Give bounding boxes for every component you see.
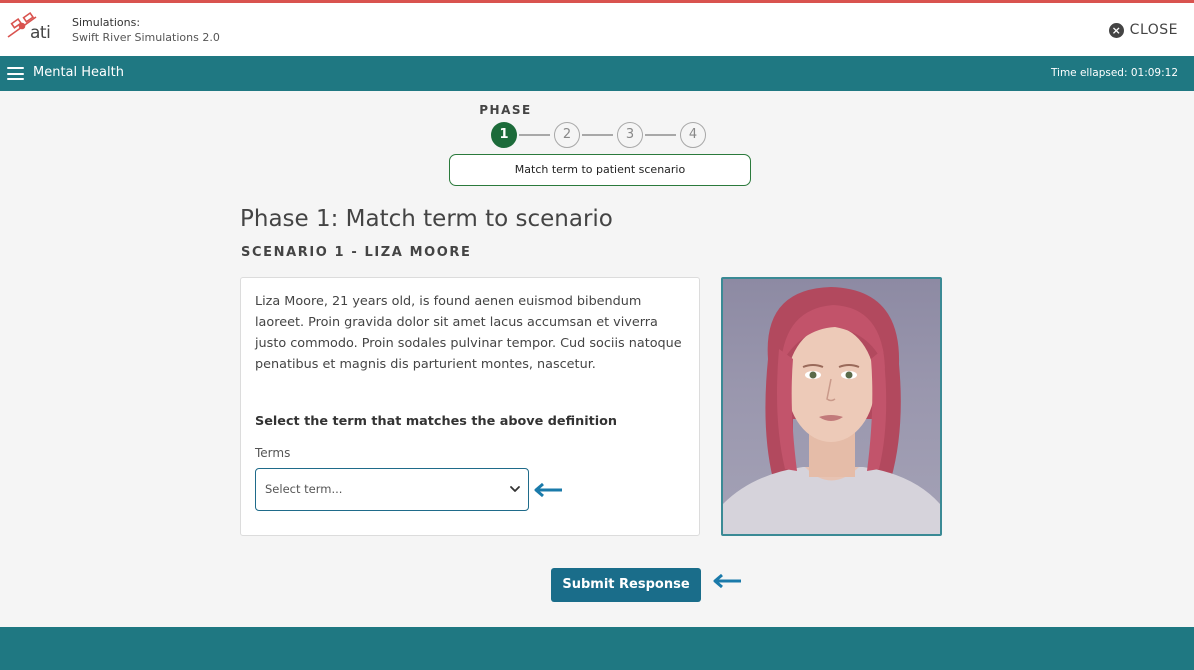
arrow-left-icon: [534, 482, 562, 498]
instruction-text: Select the term that matches the above d…: [255, 414, 617, 429]
scenario-title: SCENARIO 1 - LIZA MOORE: [241, 245, 472, 260]
phase-description-pill: Match term to patient scenario: [449, 154, 751, 186]
hamburger-menu-icon[interactable]: [7, 67, 24, 80]
phase-label: PHASE: [479, 103, 532, 117]
close-button[interactable]: × CLOSE: [1108, 20, 1178, 40]
patient-portrait-image: [723, 287, 940, 534]
scenario-description: Liza Moore, 21 years old, is found aenen…: [255, 294, 682, 372]
step-connector: [519, 134, 550, 136]
phase-step-2[interactable]: 2: [554, 122, 580, 148]
nav-bar: Mental Health Time ellapsed: 01:09:12: [0, 56, 1194, 91]
select-placeholder: Select term...: [265, 482, 343, 496]
close-circle-icon: ×: [1108, 22, 1124, 38]
top-header: ati Simulations: Swift River Simulations…: [0, 0, 1194, 59]
app-title: Simulations: Swift River Simulations 2.0: [72, 16, 220, 46]
arrow-left-icon: [713, 573, 741, 589]
page-title: Phase 1: Match term to scenario: [240, 206, 613, 232]
phase-step-1[interactable]: 1: [491, 122, 517, 148]
phase-step-4[interactable]: 4: [680, 122, 706, 148]
logo-text: ati: [30, 23, 51, 43]
app-title-line2: Swift River Simulations 2.0: [72, 31, 220, 44]
step-connector: [645, 134, 676, 136]
terms-select[interactable]: Select term...: [255, 468, 529, 511]
scenario-card: Liza Moore, 21 years old, is found aenen…: [240, 277, 700, 536]
terms-label: Terms: [255, 446, 291, 460]
nav-title: Mental Health: [33, 65, 124, 80]
chevron-down-icon: [510, 486, 520, 492]
app-title-line1: Simulations:: [72, 16, 141, 29]
time-elapsed: Time ellapsed: 01:09:12: [1050, 67, 1178, 79]
phase-stepper: 1 2 3 4: [491, 122, 711, 148]
phase-step-3[interactable]: 3: [617, 122, 643, 148]
footer-bar: [0, 627, 1194, 670]
close-label: CLOSE: [1129, 22, 1178, 38]
submit-response-button[interactable]: Submit Response: [551, 568, 701, 602]
patient-portrait: [721, 277, 942, 536]
app-root: ati Simulations: Swift River Simulations…: [0, 0, 1194, 670]
step-connector: [582, 134, 613, 136]
